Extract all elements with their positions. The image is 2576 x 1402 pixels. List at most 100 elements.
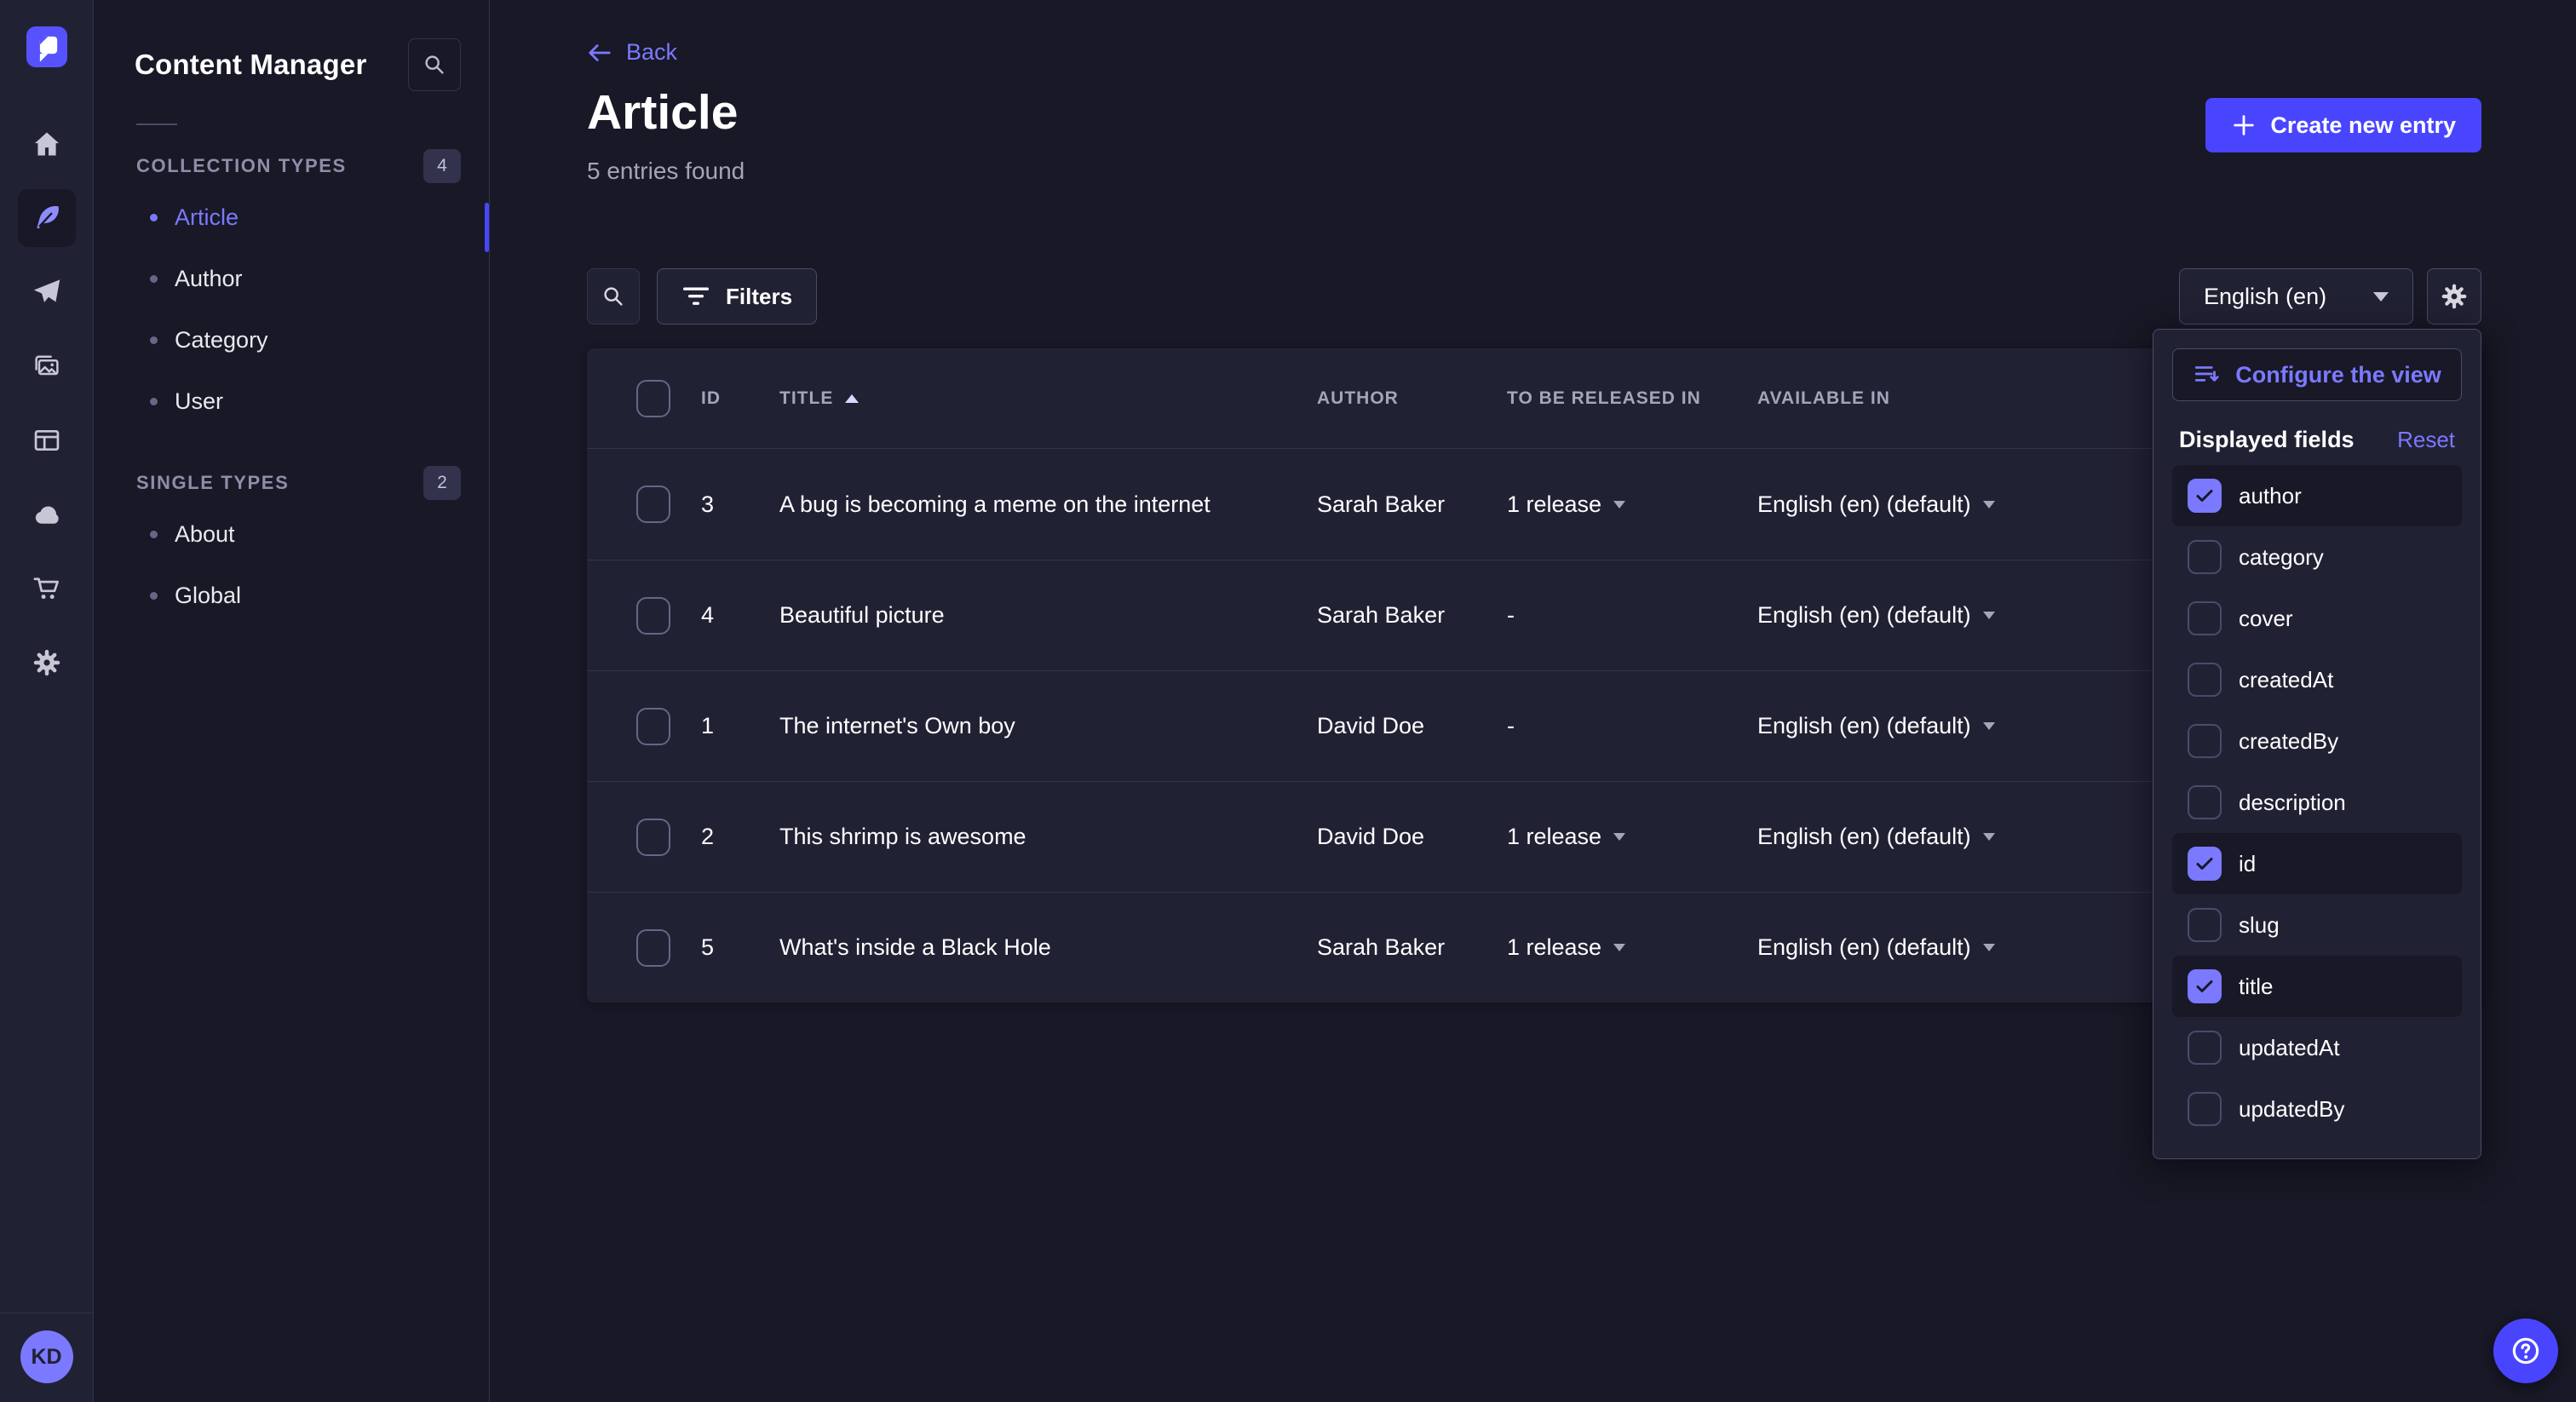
field-checkbox[interactable] [2188, 601, 2222, 635]
subnav-item[interactable]: User [94, 371, 489, 432]
field-checkbox[interactable] [2188, 847, 2222, 881]
plus-icon [2231, 112, 2257, 138]
main-navigation: KD [0, 0, 94, 1402]
content-manager-feather-icon[interactable] [18, 189, 76, 247]
field-label: slug [2239, 912, 2280, 939]
field-toggle-row[interactable]: updatedAt [2172, 1017, 2462, 1078]
field-toggle-row[interactable]: author [2172, 465, 2462, 526]
subnav-item-label: Article [175, 204, 239, 231]
field-toggle-row[interactable]: id [2172, 833, 2462, 894]
cell-title: A bug is becoming a meme on the internet [779, 491, 1317, 518]
back-link[interactable]: Back [587, 39, 677, 66]
available-in-label: English (en) (default) [1757, 934, 1971, 961]
single-types-section: SINGLE TYPES 2 About Global [94, 463, 489, 626]
row-checkbox[interactable] [636, 929, 670, 967]
field-label: updatedBy [2239, 1096, 2344, 1123]
column-header-author[interactable]: AUTHOR [1317, 388, 1507, 409]
field-checkbox[interactable] [2188, 1031, 2222, 1065]
release-label: 1 release [1507, 934, 1601, 961]
chevron-down-icon[interactable] [1983, 833, 1995, 841]
column-header-title[interactable]: TITLE [779, 388, 1317, 409]
chevron-down-icon [2373, 292, 2389, 302]
select-all-checkbox[interactable] [636, 380, 670, 417]
field-checkbox[interactable] [2188, 540, 2222, 574]
field-toggle-row[interactable]: description [2172, 772, 2462, 833]
table-search-button[interactable] [587, 268, 640, 325]
field-checkbox[interactable] [2188, 969, 2222, 1003]
field-checkbox[interactable] [2188, 663, 2222, 697]
cell-author: Sarah Baker [1317, 934, 1507, 961]
configure-the-view-button[interactable]: Configure the view [2172, 348, 2462, 401]
available-in-label: English (en) (default) [1757, 602, 1971, 629]
section-label: COLLECTION TYPES [136, 155, 347, 177]
displayed-fields-title: Displayed fields [2179, 427, 2355, 453]
chevron-down-icon[interactable] [1983, 722, 1995, 730]
marketplace-cart-icon[interactable] [18, 560, 76, 618]
row-checkbox[interactable] [636, 486, 670, 523]
field-toggle-row[interactable]: updatedBy [2172, 1078, 2462, 1140]
subnav-item[interactable]: Global [94, 565, 489, 626]
question-circle-icon [2508, 1333, 2544, 1369]
home-icon[interactable] [18, 115, 76, 173]
check-icon [2194, 853, 2216, 875]
field-toggle-row[interactable]: slug [2172, 894, 2462, 956]
cell-author: David Doe [1317, 824, 1507, 850]
chevron-down-icon[interactable] [1983, 612, 1995, 619]
subnav-scrollbar-thumb[interactable] [485, 203, 489, 252]
field-toggle-row[interactable]: createdAt [2172, 649, 2462, 710]
field-checkbox[interactable] [2188, 908, 2222, 942]
subnav-search-button[interactable] [408, 38, 461, 91]
subnav-item[interactable]: Article [94, 187, 489, 248]
main-content: Back Article 5 entries found Create new … [490, 0, 2576, 1402]
available-in-label: English (en) (default) [1757, 491, 1971, 518]
field-toggle-row[interactable]: title [2172, 956, 2462, 1017]
filter-icon [681, 285, 710, 307]
back-label: Back [626, 39, 677, 66]
locale-select[interactable]: English (en) [2179, 268, 2413, 325]
strapi-logo[interactable] [26, 26, 67, 67]
subnav-item[interactable]: Author [94, 248, 489, 309]
filters-label: Filters [726, 284, 792, 310]
row-checkbox[interactable] [636, 597, 670, 635]
view-settings-button[interactable] [2427, 268, 2481, 325]
release-label: - [1507, 602, 1515, 629]
create-new-entry-button[interactable]: Create new entry [2205, 98, 2481, 152]
field-toggle-row[interactable]: category [2172, 526, 2462, 588]
field-checkbox[interactable] [2188, 1092, 2222, 1126]
chevron-down-icon[interactable] [1613, 501, 1625, 509]
chevron-down-icon[interactable] [1613, 833, 1625, 841]
cell-to-be-released-in: - [1507, 713, 1757, 739]
sort-ascending-icon [845, 394, 859, 403]
filters-button[interactable]: Filters [657, 268, 817, 325]
field-checkbox[interactable] [2188, 479, 2222, 513]
content-type-builder-layout-icon[interactable] [18, 411, 76, 469]
column-header-id[interactable]: ID [701, 388, 779, 409]
row-checkbox[interactable] [636, 708, 670, 745]
column-header-to-be-released-in[interactable]: TO BE RELEASED IN [1507, 388, 1757, 409]
media-library-images-icon[interactable] [18, 337, 76, 395]
deploy-cloud-icon[interactable] [18, 486, 76, 543]
bullet-icon [150, 214, 158, 221]
field-toggle-row[interactable]: createdBy [2172, 710, 2462, 772]
row-checkbox[interactable] [636, 819, 670, 856]
subnav-item[interactable]: About [94, 503, 489, 565]
settings-gear-icon[interactable] [18, 634, 76, 692]
subnav-item[interactable]: Category [94, 309, 489, 371]
list-toolbar: Filters English (en) [587, 268, 2481, 325]
reset-link[interactable]: Reset [2397, 427, 2455, 453]
chevron-down-icon[interactable] [1983, 501, 1995, 509]
help-button[interactable] [2493, 1319, 2558, 1383]
releases-paper-plane-icon[interactable] [18, 263, 76, 321]
cell-id: 4 [701, 602, 779, 629]
arrow-left-icon [587, 40, 612, 66]
subnav-item-label: Author [175, 266, 243, 292]
chevron-down-icon[interactable] [1613, 944, 1625, 951]
bullet-icon [150, 275, 158, 283]
chevron-down-icon[interactable] [1983, 944, 1995, 951]
bullet-icon [150, 398, 158, 405]
field-checkbox[interactable] [2188, 724, 2222, 758]
field-checkbox[interactable] [2188, 785, 2222, 819]
field-toggle-row[interactable]: cover [2172, 588, 2462, 649]
release-label: 1 release [1507, 824, 1601, 850]
user-avatar[interactable]: KD [20, 1330, 73, 1383]
